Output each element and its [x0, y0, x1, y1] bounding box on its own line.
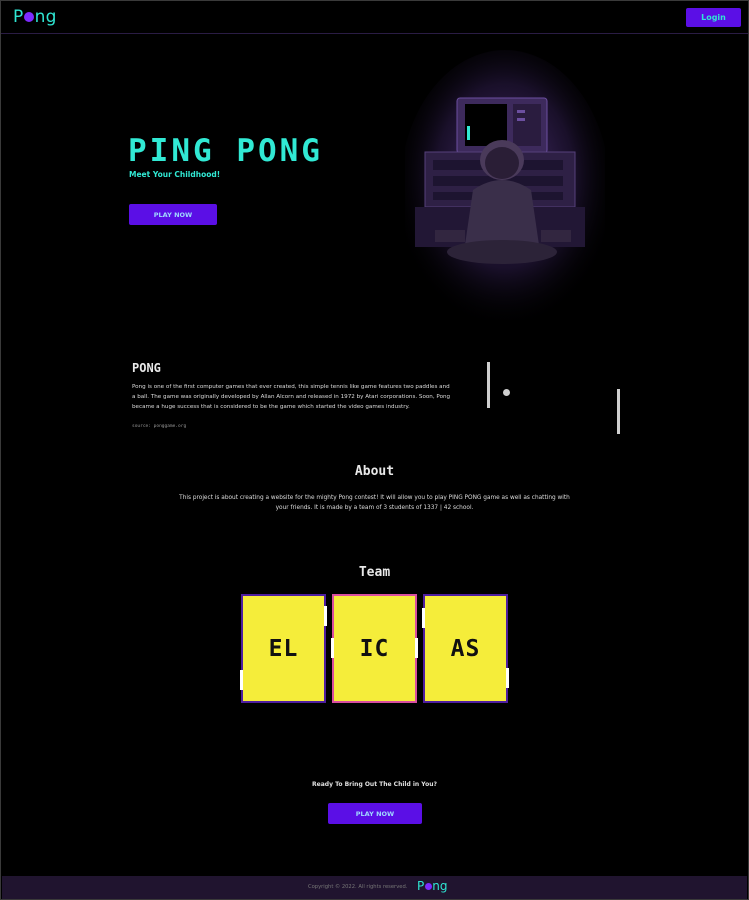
right-paddle	[617, 389, 620, 434]
logo[interactable]: Png	[13, 7, 57, 27]
pong-source: source: ponggame.org	[132, 424, 187, 429]
retro-gamer-illustration	[405, 50, 605, 320]
card-paddle-left	[422, 608, 425, 628]
card-paddle-right	[415, 638, 418, 658]
cta-text: Ready To Bring Out The Child in You?	[312, 781, 437, 788]
card-paddle-left	[240, 670, 243, 690]
card-paddle-left	[331, 638, 334, 658]
about-title: About	[354, 464, 395, 479]
pong-ball	[503, 389, 510, 396]
team-card-ic[interactable]: IC	[331, 594, 418, 703]
login-button[interactable]: Login	[686, 8, 741, 27]
about-text: This project is about creating a website…	[179, 495, 570, 511]
top-nav: Png Login	[1, 1, 748, 34]
left-paddle	[487, 362, 490, 408]
logo-suffix: ng	[432, 879, 448, 893]
pong-description: Pong is one of the first computer games …	[132, 384, 451, 411]
logo-ball-icon	[424, 883, 432, 890]
hero-play-button[interactable]: PLAY NOW	[129, 204, 217, 225]
card-paddle-right	[324, 606, 327, 626]
team-member-initials: AS	[450, 635, 481, 662]
pong-section-title: PONG	[132, 361, 161, 375]
card-paddle-right	[506, 668, 509, 688]
footer: Copyright © 2022. All rights reserved. P…	[2, 876, 747, 899]
logo-prefix: P	[13, 7, 24, 27]
logo-prefix: P	[417, 879, 425, 893]
logo-suffix: ng	[34, 7, 57, 27]
page-frame	[0, 0, 749, 900]
footer-logo[interactable]: Png	[417, 879, 447, 893]
hero-title: PING PONG	[128, 133, 323, 169]
team-member-initials: IC	[359, 635, 390, 662]
team-title: Team	[358, 565, 391, 580]
team-member-initials: EL	[268, 635, 299, 662]
team-card-el[interactable]: EL	[240, 594, 327, 703]
logo-ball-icon	[24, 12, 35, 22]
cta-play-button[interactable]: PLAY NOW	[328, 803, 422, 824]
hero-subtitle: Meet Your Childhood!	[129, 170, 221, 179]
team-card-as[interactable]: AS	[422, 594, 509, 703]
copyright-text: Copyright © 2022. All rights reserved.	[308, 884, 408, 890]
